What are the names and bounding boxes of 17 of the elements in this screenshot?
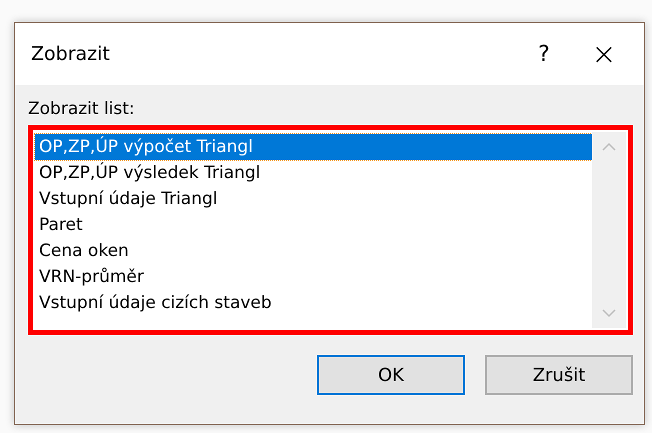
list-item[interactable]: Vstupní údaje Triangl — [35, 186, 592, 212]
sheet-listbox[interactable]: OP,ZP,ÚP výpočet Triangl OP,ZP,ÚP výsledek Triangl Vstupní údaje Triangl Paret Cena oken VRN-průměr Vstupní údaje cizích staveb — [33, 130, 628, 330]
list-item[interactable]: Cena oken — [35, 238, 592, 264]
list-item[interactable]: OP,ZP,ÚP výpočet Triangl — [35, 134, 592, 160]
scrollbar[interactable] — [592, 132, 626, 328]
list-item[interactable]: Paret — [35, 212, 592, 238]
list-item[interactable]: Vstupní údaje cizích staveb — [35, 290, 592, 316]
scroll-down-icon[interactable] — [602, 308, 616, 318]
scroll-up-icon[interactable] — [602, 142, 616, 152]
list-item[interactable]: VRN-průměr — [35, 264, 592, 290]
window-title: Zobrazit — [31, 43, 111, 65]
list-item[interactable]: OP,ZP,ÚP výsledek Triangl — [35, 160, 592, 186]
list-label: Zobrazit list: — [28, 99, 135, 119]
help-button[interactable]: ? — [514, 42, 574, 66]
cancel-button[interactable]: Zrušit — [485, 355, 633, 395]
ok-button[interactable]: OK — [317, 355, 465, 395]
close-button[interactable]: × — [574, 36, 634, 72]
